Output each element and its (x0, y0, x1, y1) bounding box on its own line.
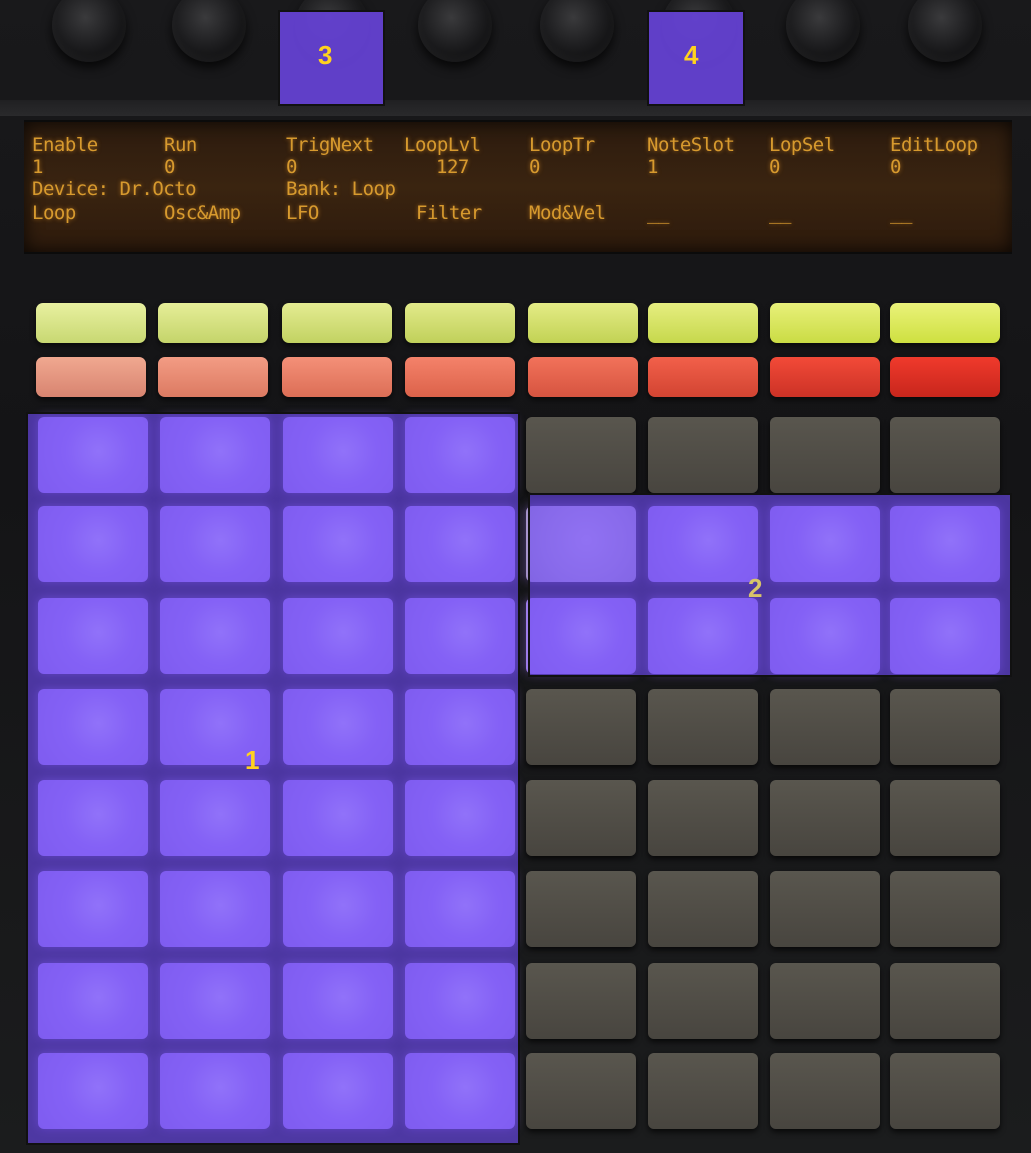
lcd-param-name-2: Run (164, 134, 197, 156)
region-label-3: 3 (318, 40, 333, 70)
lcd-param-name-1: Enable (32, 134, 98, 156)
lower-button-8[interactable] (890, 357, 1000, 397)
pad-r4-c8[interactable] (890, 689, 1000, 765)
region-label-1: 1 (245, 745, 260, 775)
pad-r8-c8[interactable] (890, 1053, 1000, 1129)
upper-button-3[interactable] (282, 303, 392, 343)
lower-button-3[interactable] (282, 357, 392, 397)
encoder-knob-4[interactable] (418, 0, 492, 62)
upper-button-6[interactable] (648, 303, 758, 343)
lcd-param-name-4: LoopLvl (404, 134, 481, 156)
lcd-bank-tab-5: Mod&Vel (529, 202, 606, 224)
pad-r1-c8[interactable] (890, 417, 1000, 493)
encoder-knob-1[interactable] (52, 0, 126, 62)
pad-r7-c7[interactable] (770, 963, 880, 1039)
lcd-param-name-7: LopSel (769, 134, 835, 156)
encoder-knob-5[interactable] (540, 0, 614, 62)
pad-r5-c5[interactable] (526, 780, 636, 856)
lower-button-5[interactable] (528, 357, 638, 397)
lcd-param-value-5: 0 (529, 156, 540, 178)
upper-button-5[interactable] (528, 303, 638, 343)
pad-r6-c7[interactable] (770, 871, 880, 947)
upper-button-7[interactable] (770, 303, 880, 343)
lower-button-4[interactable] (405, 357, 515, 397)
lcd-param-value-6: 1 (647, 156, 658, 178)
lower-button-2[interactable] (158, 357, 268, 397)
encoder-knob-8[interactable] (908, 0, 982, 62)
lcd-param-value-7: 0 (769, 156, 780, 178)
lcd-device-name: Device: Dr.Octo (32, 178, 197, 200)
pad-r4-c7[interactable] (770, 689, 880, 765)
lcd-param-value-2: 0 (164, 156, 175, 178)
pad-r1-c6[interactable] (648, 417, 758, 493)
encoder-knob-2[interactable] (172, 0, 246, 62)
lcd-bank-tab-1: Loop (32, 202, 76, 224)
pad-r6-c6[interactable] (648, 871, 758, 947)
region-label-4: 4 (684, 40, 699, 70)
upper-button-2[interactable] (158, 303, 268, 343)
lcd-bank-name: Bank: Loop (286, 178, 396, 200)
lcd-bank-tab-7: __ (769, 202, 791, 224)
upper-button-4[interactable] (405, 303, 515, 343)
lower-button-1[interactable] (36, 357, 146, 397)
lcd-param-name-8: EditLoop (890, 134, 978, 156)
pad-r7-c5[interactable] (526, 963, 636, 1039)
lower-button-7[interactable] (770, 357, 880, 397)
pad-r5-c6[interactable] (648, 780, 758, 856)
pad-r8-c6[interactable] (648, 1053, 758, 1129)
pad-r1-c7[interactable] (770, 417, 880, 493)
encoder-knob-7[interactable] (786, 0, 860, 62)
lcd-param-name-5: LoopTr (529, 134, 595, 156)
pad-r7-c6[interactable] (648, 963, 758, 1039)
lcd-display: Enable Run TrigNext LoopLvl LoopTr NoteS… (24, 120, 1012, 254)
pad-r1-c5[interactable] (526, 417, 636, 493)
lower-button-6[interactable] (648, 357, 758, 397)
pad-r7-c8[interactable] (890, 963, 1000, 1039)
pad-r8-c7[interactable] (770, 1053, 880, 1129)
pad-r6-c5[interactable] (526, 871, 636, 947)
pad-r4-c6[interactable] (648, 689, 758, 765)
region-label-2: 2 (748, 573, 763, 603)
lcd-param-value-4: 127 (436, 156, 469, 178)
highlight-region-2 (528, 493, 1012, 677)
pad-r8-c5[interactable] (526, 1053, 636, 1129)
lcd-bank-tab-8: __ (890, 202, 912, 224)
lcd-param-name-6: NoteSlot (647, 134, 735, 156)
lcd-param-value-8: 0 (890, 156, 901, 178)
push-controller: Enable Run TrigNext LoopLvl LoopTr NoteS… (0, 0, 1031, 1153)
lcd-bank-tab-2: Osc&Amp (164, 202, 241, 224)
pad-r5-c8[interactable] (890, 780, 1000, 856)
pad-r4-c5[interactable] (526, 689, 636, 765)
lcd-param-name-3: TrigNext (286, 134, 374, 156)
lcd-bank-tab-3: LFO (286, 202, 319, 224)
highlight-region-1 (26, 412, 520, 1145)
lcd-param-value-1: 1 (32, 156, 43, 178)
pad-r6-c8[interactable] (890, 871, 1000, 947)
lcd-bank-tab-6: __ (647, 202, 669, 224)
upper-button-1[interactable] (36, 303, 146, 343)
pad-r5-c7[interactable] (770, 780, 880, 856)
lcd-param-value-3: 0 (286, 156, 297, 178)
upper-button-8[interactable] (890, 303, 1000, 343)
panel-divider (0, 100, 1031, 116)
lcd-bank-tab-4: Filter (416, 202, 482, 224)
